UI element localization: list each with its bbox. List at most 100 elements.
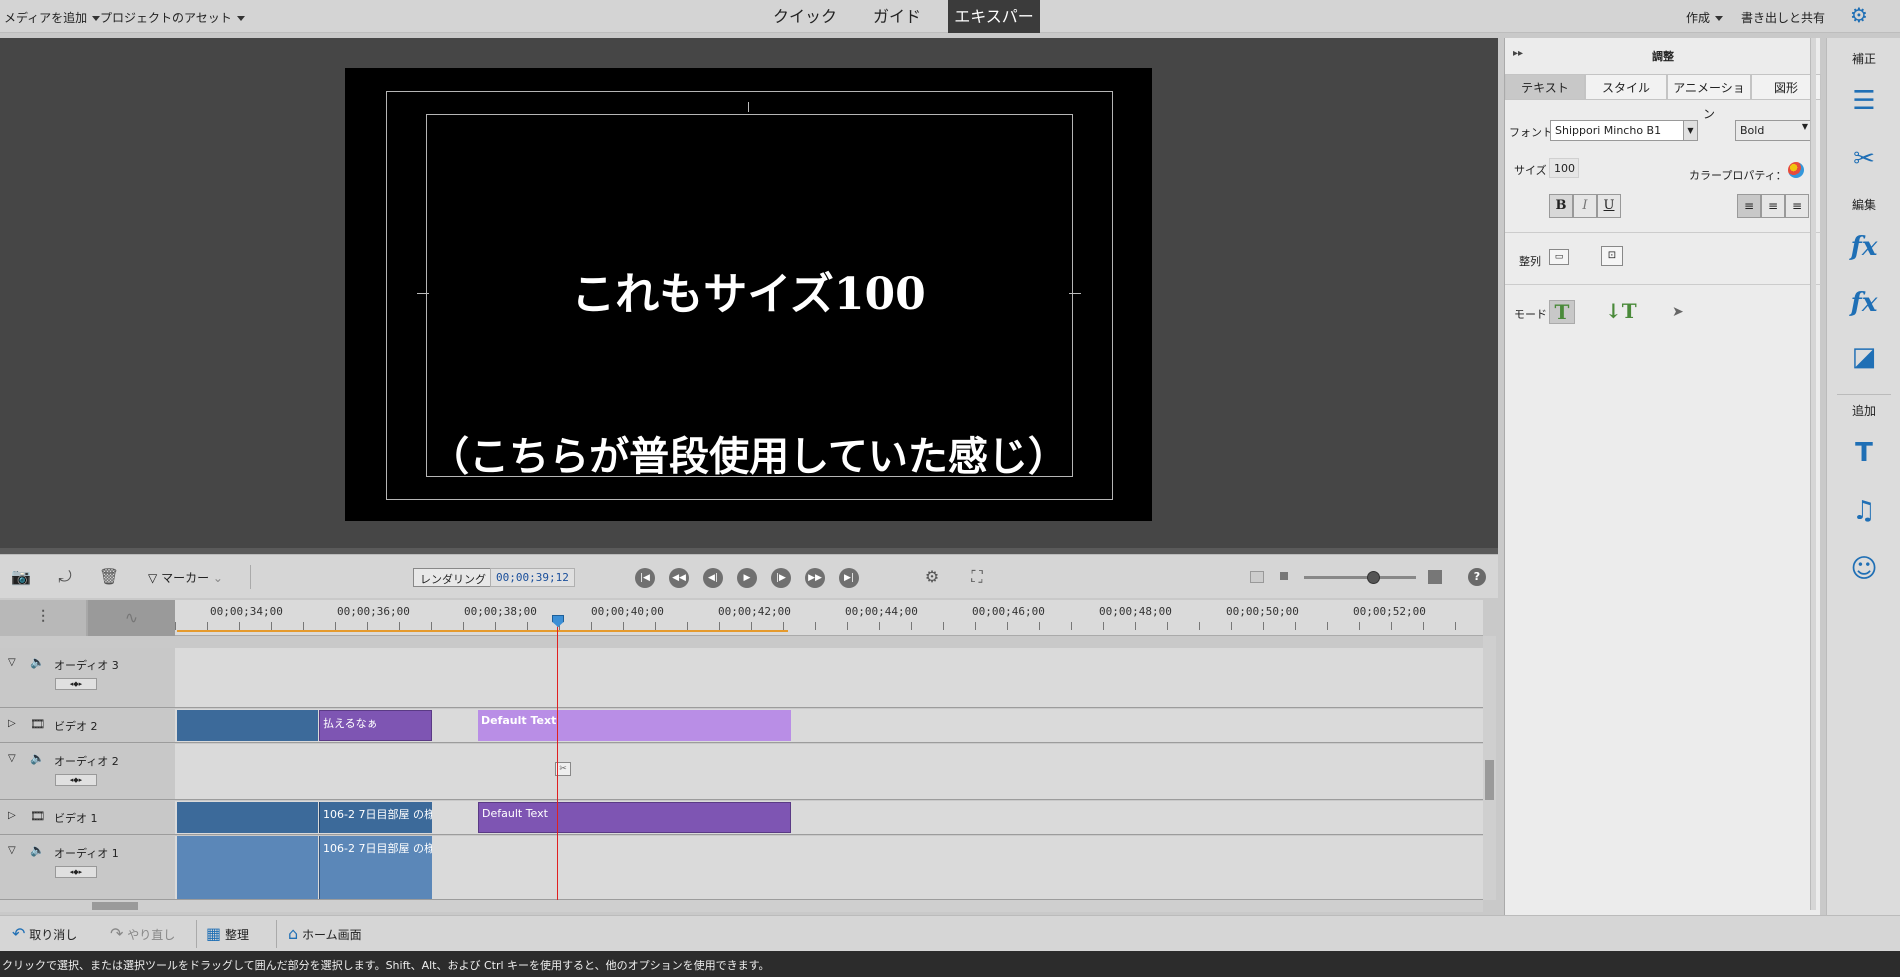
italic-button[interactable]: I [1573,194,1597,218]
track-header-video-2[interactable]: ▷ 🎞 ビデオ 2 [0,709,175,743]
fx-edit-icon[interactable]: fx [1847,230,1881,264]
scrollbar-thumb[interactable] [92,902,138,910]
audio-waveform-icon[interactable]: ∿ [88,600,175,636]
track-body-video-1[interactable]: 106-2 7日目部屋 の様 Default Text [175,801,1483,835]
go-to-start-icon[interactable]: |◀ [635,568,655,588]
track-body-audio-2[interactable]: ✂ [175,744,1483,800]
align-left-icon[interactable]: ≡ [1737,194,1761,218]
palette-icon[interactable] [1788,162,1804,178]
weight-select[interactable]: Bold ▼ [1735,120,1815,141]
gear-icon[interactable]: ⚙ [1848,4,1870,26]
undo-button[interactable]: ↶ 取り消し [12,924,77,943]
expand-icon[interactable]: ▷ [8,718,16,729]
expand-icon[interactable]: ▷ [8,810,16,821]
title-text[interactable]: これもサイズ100 [345,258,1152,322]
keyframe-controls[interactable]: ◂◆▸ [55,678,97,690]
zoom-slider[interactable] [1304,571,1416,584]
track-header-audio-2[interactable]: ▽ 🔈 オーディオ 2 ◂◆▸ [0,744,175,800]
track-header-audio-3[interactable]: ▽ 🔈 オーディオ 3 ◂◆▸ [0,648,175,708]
transitions-icon[interactable]: ◪ [1847,340,1881,374]
title-icon[interactable]: T [1847,436,1881,470]
help-icon[interactable]: ? [1468,568,1486,586]
music-icon[interactable]: ♫ [1847,494,1881,528]
horizontal-scrollbar[interactable] [0,900,1483,912]
camera-icon[interactable]: 📷 [10,567,32,587]
export-share-menu[interactable]: 書き出しと共有 [1741,9,1825,26]
zoom-slider-thumb[interactable] [1367,571,1381,584]
clip[interactable] [177,710,318,741]
previous-edit-icon[interactable]: ◀◀ [669,568,689,588]
clip[interactable] [177,802,318,833]
speaker-icon[interactable]: 🔈 [30,655,45,669]
bold-button[interactable]: B [1549,194,1573,218]
step-forward-icon[interactable]: |▶ [771,568,791,588]
home-button[interactable]: ⌂ ホーム画面 [288,924,362,943]
track-body-video-2[interactable]: 払えるなぁ Default Text [175,709,1483,743]
zoom-small-icon[interactable] [1280,572,1288,580]
track-options-icon[interactable]: ⫶ [0,600,86,636]
rotate-icon[interactable]: ⤾ [54,567,76,587]
zoom-large-icon[interactable] [1428,570,1442,584]
clip[interactable]: Default Text [478,710,791,741]
timecode-field[interactable]: 00;00;39;12 [490,568,575,587]
adjust-sliders-icon[interactable]: ☰ [1847,84,1881,118]
panel-scrollbar[interactable] [1810,38,1816,910]
clip[interactable]: 106-2 7日目部屋 の様 [319,802,432,833]
go-to-end-icon[interactable]: ▶| [839,568,859,588]
vertical-scrollbar[interactable] [1483,636,1496,900]
keyframe-controls[interactable]: ◂◆▸ [55,774,97,786]
speaker-icon[interactable]: 🔈 [30,751,45,765]
play-icon[interactable]: ▶ [737,568,757,588]
track-header-audio-1[interactable]: ▽ 🔈 オーディオ 1 ◂◆▸ [0,836,175,900]
monitor-settings-icon[interactable]: ⚙ [921,567,943,587]
zoom-out-icon[interactable] [1250,571,1264,583]
align-right-icon[interactable]: ≡ [1785,194,1809,218]
collapse-icon[interactable]: ▽ [8,753,16,764]
subtitle-text[interactable]: （こちらが普段使用していた感じ） [345,424,1152,482]
vertical-type-icon[interactable]: ↓T [1605,300,1637,324]
align-vertical-icon[interactable]: ⊡ [1601,246,1623,266]
trash-icon[interactable]: 🗑 [98,567,120,587]
scrollbar-thumb[interactable] [1485,760,1494,800]
film-icon[interactable]: 🎞 [30,809,45,823]
size-field[interactable]: 100 [1549,158,1579,178]
underline-button[interactable]: U [1597,194,1621,218]
clip[interactable]: 払えるなぁ [319,710,432,741]
tools-icon[interactable]: ✂ [1847,142,1881,176]
redo-button[interactable]: ↷ やり直し [110,924,175,943]
tab-quick[interactable]: クイック [772,0,838,33]
graphics-icon[interactable]: ☺ [1847,552,1881,586]
track-body-audio-3[interactable] [175,648,1483,708]
step-back-icon[interactable]: ◀| [703,568,723,588]
tab-style[interactable]: スタイル [1585,74,1667,100]
film-icon[interactable]: 🎞 [30,717,45,731]
next-edit-icon[interactable]: ▶▶ [805,568,825,588]
collapse-icon[interactable]: ▽ [8,845,16,856]
horizontal-type-icon[interactable]: T [1549,300,1575,324]
add-media-menu[interactable]: メディアを追加 [4,9,101,26]
render-button[interactable]: レンダリング [413,568,493,587]
track-header-video-1[interactable]: ▷ 🎞 ビデオ 1 [0,801,175,835]
clip[interactable] [177,836,318,899]
organize-button[interactable]: ▦ 整理 [206,924,249,943]
create-menu[interactable]: 作成 [1686,9,1724,26]
timeline-ruler[interactable]: 00;00;34;00 00;00;36;00 00;00;38;00 00;00;4… [175,600,1483,636]
align-horizontal-icon[interactable]: ▭ [1549,249,1569,265]
fit-to-window-icon[interactable]: ⛶ [966,567,988,587]
keyframe-controls[interactable]: ◂◆▸ [55,866,97,878]
fx-icon[interactable]: fx [1847,286,1881,320]
tab-guided[interactable]: ガイド [864,0,930,33]
clip[interactable]: Default Text [478,802,791,833]
work-area-bar[interactable] [177,630,788,632]
track-body-audio-1[interactable]: 106-2 7日目部屋 の様 [175,836,1483,900]
collapse-icon[interactable]: ▽ [8,657,16,668]
font-select[interactable]: Shippori Mincho B1 ▼ [1550,120,1698,141]
speaker-icon[interactable]: 🔈 [30,843,45,857]
marker-menu[interactable]: ▽ マーカー ⌄ [148,569,223,586]
video-preview[interactable]: これもサイズ100 （こちらが普段使用していた感じ） [345,68,1152,521]
playhead-line[interactable] [557,627,558,900]
project-assets-menu[interactable]: プロジェクトのアセット [100,9,245,26]
tab-expert[interactable]: エキスパート [948,0,1040,59]
tab-animation[interactable]: アニメーション [1667,74,1751,121]
selection-tool-icon[interactable]: ➤ [1672,304,1686,320]
